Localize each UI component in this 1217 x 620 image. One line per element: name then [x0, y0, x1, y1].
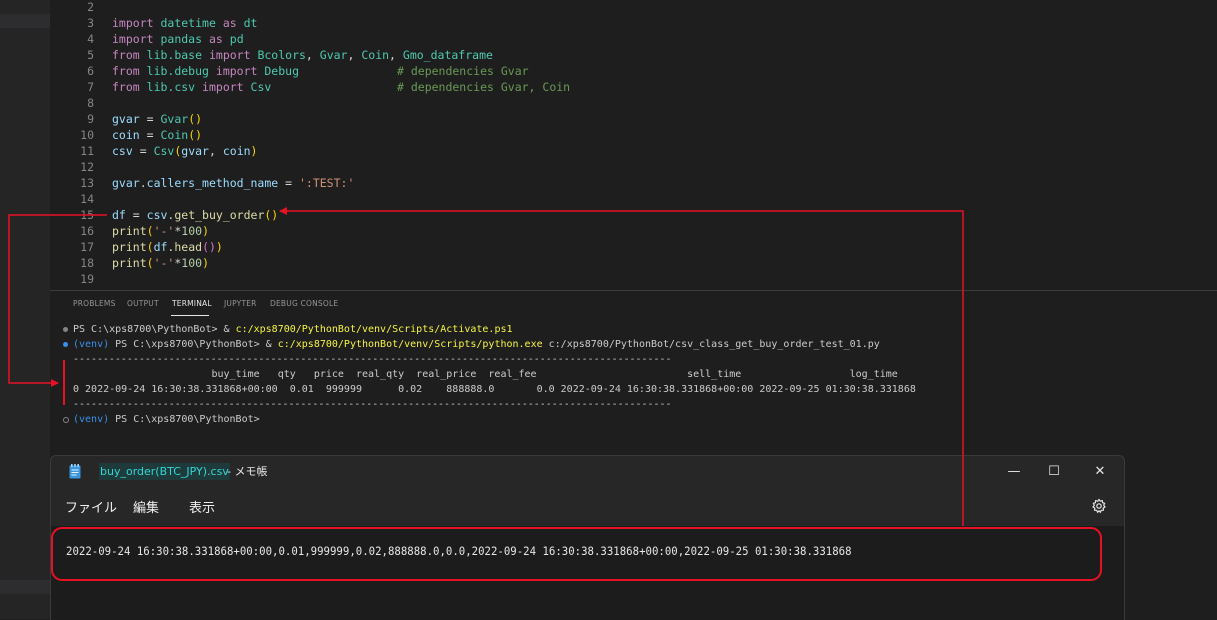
gear-icon[interactable]: [1091, 498, 1107, 514]
terminal-line: (venv) PS C:\xps8700\PythonBot>: [73, 414, 260, 425]
terminal-dot-icon: [63, 417, 69, 423]
terminal-df-header: buy_time qty price real_qty real_price r…: [73, 369, 898, 380]
code-line: 9 gvar = Gvar(): [87, 112, 203, 126]
notepad-titlebar[interactable]: buy_order(BTC_JPY).csv - メモ帳 — ☐ ✕: [51, 456, 1124, 488]
code-line: 11 csv = Csv(gvar, coin): [80, 144, 258, 158]
notepad-menubar: ファイル 編集 表示: [51, 496, 1124, 522]
tab-debug-console[interactable]: DEBUG CONSOLE: [270, 299, 338, 308]
code-line: 12: [80, 160, 94, 174]
terminal-separator: ----------------------------------------…: [73, 354, 672, 365]
code-line: 15 df = csv.get_buy_order(): [80, 208, 279, 222]
terminal-dot-icon: [63, 342, 68, 347]
terminal-line: (venv) PS C:\xps8700\PythonBot> & c:/xps…: [73, 339, 880, 350]
menu-file[interactable]: ファイル: [65, 496, 117, 522]
notepad-icon: [69, 464, 81, 479]
code-line: 8: [87, 96, 94, 110]
panel-tab-bar: PROBLEMS OUTPUT TERMINAL JUPYTER DEBUG C…: [50, 291, 1217, 317]
code-line: 7 from lib.csv import Csv # dependencies G…: [87, 80, 571, 94]
minimize-icon[interactable]: —: [1002, 460, 1026, 484]
menu-edit[interactable]: 編集: [133, 496, 159, 522]
code-line: 18 print('-'*100): [80, 256, 209, 270]
code-line: 3 import datetime as dt: [87, 16, 258, 30]
notepad-appname: - メモ帳: [227, 465, 268, 478]
maximize-icon[interactable]: ☐: [1042, 460, 1066, 484]
menu-view[interactable]: 表示: [189, 496, 215, 522]
notepad-text-area[interactable]: 2022-09-24 16:30:38.331868+00:00,0.01,99…: [51, 526, 1124, 620]
code-line: 5 from lib.base import Bcolors, Gvar, Coi…: [87, 48, 493, 62]
code-line: 17 print(df.head()): [80, 240, 223, 254]
activity-sidebar: [0, 0, 50, 619]
sidebar-highlight: [0, 14, 50, 28]
sidebar-highlight-bottom: [0, 580, 50, 594]
close-icon[interactable]: ✕: [1088, 460, 1112, 484]
terminal-df-row: 0 2022-09-24 16:30:38.331868+00:00 0.01 …: [73, 384, 916, 395]
terminal-line: PS C:\xps8700\PythonBot> & c:/xps8700/Py…: [73, 324, 513, 335]
tab-jupyter[interactable]: JUPYTER: [224, 299, 257, 308]
code-line: 19: [80, 272, 94, 286]
tab-problems[interactable]: PROBLEMS: [73, 299, 116, 308]
code-line: 10 coin = Coin(): [80, 128, 203, 142]
terminal-separator: ----------------------------------------…: [73, 399, 672, 410]
notepad-window[interactable]: buy_order(BTC_JPY).csv - メモ帳 — ☐ ✕ ファイル …: [50, 455, 1125, 620]
tab-output[interactable]: OUTPUT: [127, 299, 159, 308]
notepad-filename: buy_order(BTC_JPY).csv: [99, 463, 230, 480]
tab-terminal[interactable]: TERMINAL: [172, 299, 212, 308]
code-line: 13 gvar.callers_method_name = ':TEST:': [80, 176, 355, 190]
code-line: 2: [87, 0, 94, 14]
code-editor[interactable]: 2 3 import datetime as dt 4 import pandas …: [50, 0, 1217, 290]
code-line: 4 import pandas as pd: [87, 32, 244, 46]
code-line: 16 print('-'*100): [80, 224, 209, 238]
active-tab-indicator: [171, 315, 209, 316]
code-line: 6 from lib.debug import Debug # dependenci…: [87, 64, 529, 78]
notepad-content: 2022-09-24 16:30:38.331868+00:00,0.01,99…: [66, 544, 852, 558]
code-line: 14: [80, 192, 94, 206]
terminal-dot-icon: [63, 327, 68, 332]
